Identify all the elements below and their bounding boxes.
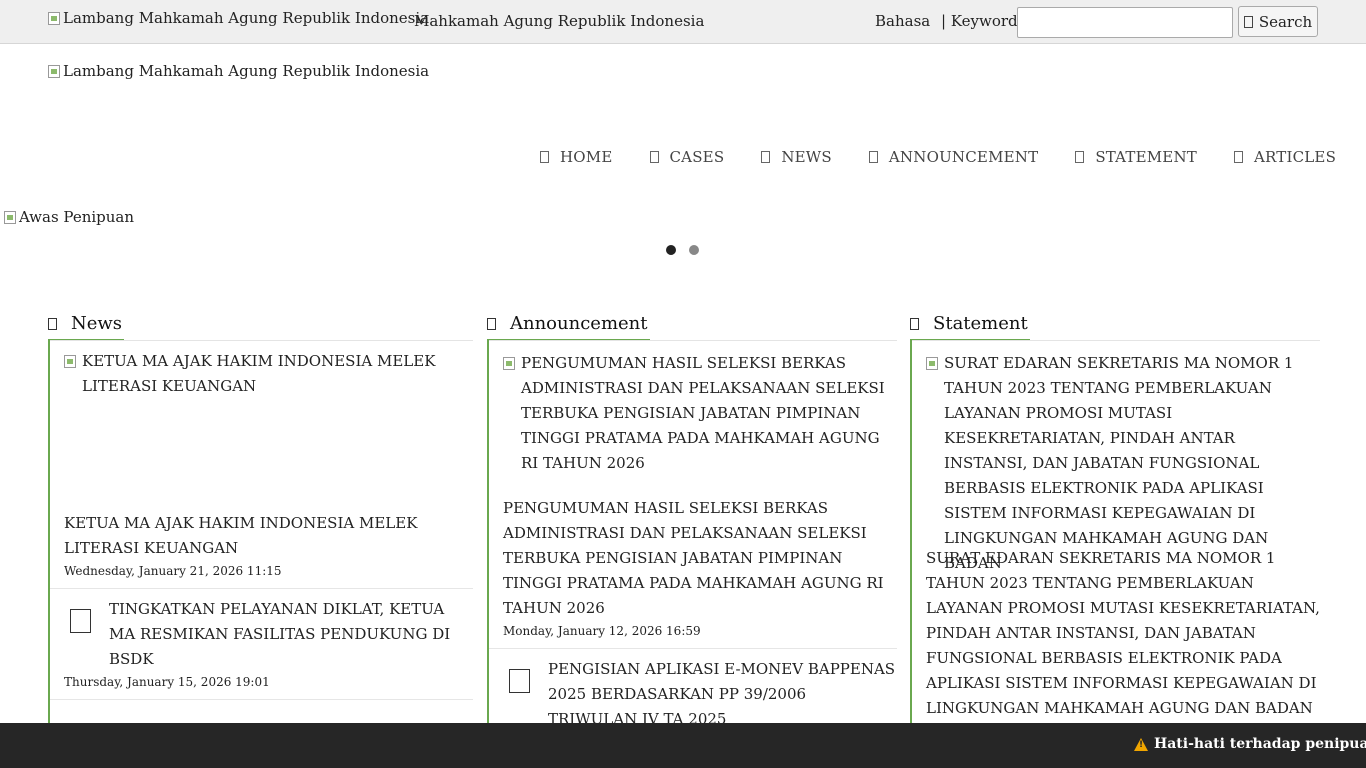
news-icon [48,317,57,330]
broken-image-icon [926,357,938,370]
statement-icon [910,317,919,330]
news-list: KETUA MA AJAK HAKIM INDONESIA MELEK LITE… [48,340,473,761]
top-bar: Lambang Mahkamah Agung Republik Indonesi… [0,0,1366,44]
top-logo-alt-text: Lambang Mahkamah Agung Republik Indonesi… [63,9,430,27]
announcement-featured-date: Monday, January 12, 2026 16:59 [503,624,701,638]
announcement-heading: Announcement [487,308,650,341]
ticker-message[interactable]: Hati-hati terhadap penipuan yang [1134,736,1366,752]
news-item-title[interactable]: TINGKATKAN PELAYANAN DIKLAT, KETUA MA RE… [109,597,473,672]
nav-cases[interactable]: CASES [649,148,725,166]
news-featured-title[interactable]: KETUA MA AJAK HAKIM INDONESIA MELEK LITE… [64,511,473,561]
statement-heading-label: Statement [933,313,1028,334]
broken-image-icon [48,11,60,25]
nav-announcement[interactable]: ANNOUNCEMENT [868,148,1039,166]
cases-icon [649,151,659,163]
warning-icon [1134,737,1148,751]
carousel-dot-2[interactable] [689,245,699,255]
news-featured-date: Wednesday, January 21, 2026 11:15 [64,564,282,578]
banner-image[interactable]: Awas Penipuan [4,208,134,226]
search-button-label: Search [1258,12,1313,31]
announcement-featured-image[interactable]: PENGUMUMAN HASIL SELEKSI BERKAS ADMINIST… [503,351,897,496]
statement-icon [1075,151,1085,163]
search-icon [1243,15,1253,28]
nav-home-label: HOME [560,148,613,166]
news-featured-image[interactable]: KETUA MA AJAK HAKIM INDONESIA MELEK LITE… [64,349,473,511]
nav-news[interactable]: NEWS [761,148,832,166]
search-input[interactable] [1017,7,1233,38]
announcement-section: Announcement PENGUMUMAN HASIL SELEKSI BE… [487,308,897,768]
nav-articles-label: ARTICLES [1253,148,1337,166]
banner-alt-text: Awas Penipuan [19,208,135,226]
news-thumbnail [70,609,91,633]
announcement-featured-image-alt: PENGUMUMAN HASIL SELEKSI BERKAS ADMINIST… [521,354,885,472]
nav-announcement-label: ANNOUNCEMENT [888,148,1039,166]
search-button[interactable]: Search [1238,6,1318,37]
divider [489,648,897,649]
statement-featured-image[interactable]: SURAT EDARAN SEKRETARIS MA NOMOR 1 TAHUN… [926,351,1320,572]
news-list-item[interactable]: TINGKATKAN PELAYANAN DIKLAT, KETUA MA RE… [64,597,473,672]
nav-home[interactable]: HOME [540,148,613,166]
news-icon [761,151,771,163]
divider [50,699,473,700]
announcement-list: PENGUMUMAN HASIL SELEKSI BERKAS ADMINIST… [487,340,897,761]
carousel-indicators [666,245,699,255]
statement-list: SURAT EDARAN SEKRETARIS MA NOMOR 1 TAHUN… [910,340,1320,761]
nav-statement-label: STATEMENT [1095,148,1197,166]
home-icon [540,151,549,163]
keyword-label: | Keyword [941,12,1018,30]
ticker-text: Hati-hati terhadap penipuan yang [1154,736,1366,752]
announcement-icon [868,151,878,163]
news-featured-image-alt: KETUA MA AJAK HAKIM INDONESIA MELEK LITE… [82,352,436,395]
language-selector[interactable]: Bahasa [875,12,930,30]
broken-image-icon [48,64,60,78]
nav-cases-label: CASES [669,148,725,166]
news-section: News KETUA MA AJAK HAKIM INDONESIA MELEK… [48,308,473,768]
announcement-item-title[interactable]: PENGISIAN APLIKASI E-MONEV BAPPENAS 2025… [548,657,897,732]
news-heading-label: News [71,313,123,334]
nav-news-label: NEWS [781,148,832,166]
news-heading: News [48,308,125,341]
nav-articles[interactable]: ARTICLES [1233,148,1337,166]
statement-heading: Statement [910,308,1030,341]
announcement-list-item[interactable]: PENGISIAN APLIKASI E-MONEV BAPPENAS 2025… [503,657,897,732]
alert-ticker: Hati-hati terhadap penipuan yang [0,723,1366,768]
divider [50,588,473,589]
articles-icon [1233,151,1243,163]
main-nav: HOME CASES NEWS ANNOUNCEMENT STATEMENT A… [540,148,1336,166]
announcement-featured-title[interactable]: PENGUMUMAN HASIL SELEKSI BERKAS ADMINIST… [503,496,897,621]
announcement-thumbnail [509,669,530,693]
header-logo-alt-text: Lambang Mahkamah Agung Republik Indonesi… [63,62,430,80]
broken-image-icon [4,210,16,224]
statement-section: Statement SURAT EDARAN SEKRETARIS MA NOM… [910,308,1320,768]
broken-image-icon [503,357,515,370]
nav-statement[interactable]: STATEMENT [1075,148,1197,166]
news-item-date: Thursday, January 15, 2026 19:01 [64,675,270,689]
broken-image-icon [64,355,76,368]
site-name[interactable]: Mahkamah Agung Republik Indonesia [414,12,704,30]
statement-featured-image-alt: SURAT EDARAN SEKRETARIS MA NOMOR 1 TAHUN… [944,354,1294,572]
header-logo[interactable]: Lambang Mahkamah Agung Republik Indonesi… [48,62,429,80]
announcement-heading-label: Announcement [510,313,648,334]
top-logo[interactable]: Lambang Mahkamah Agung Republik Indonesi… [48,9,429,27]
carousel-dot-1[interactable] [666,245,676,255]
announcement-icon [487,317,496,330]
